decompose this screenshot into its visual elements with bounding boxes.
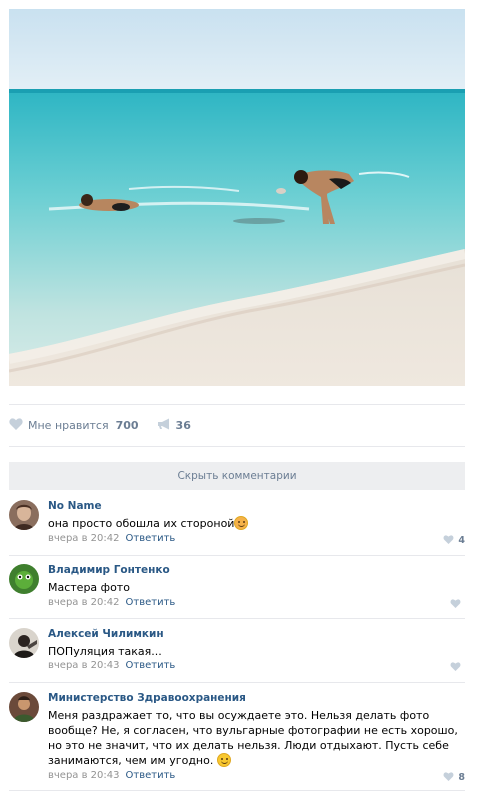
comment-time[interactable]: вчера в 20:43	[48, 770, 120, 781]
divider	[9, 555, 465, 556]
reply-link[interactable]: Ответить	[126, 770, 176, 781]
comment-time[interactable]: вчера в 20:42	[48, 597, 120, 608]
share-button[interactable]: 36	[157, 418, 191, 433]
comment-text: Меня раздражает то, что вы осуждаете это…	[48, 709, 458, 767]
comment-meta: вчера в 20:42 Ответить	[48, 533, 175, 544]
divider	[9, 790, 465, 791]
comment-like-button[interactable]: 8	[443, 771, 465, 784]
comment-text: ПОПуляция такая...	[48, 645, 162, 658]
comment-like-button[interactable]	[450, 661, 465, 674]
comment-author[interactable]: Алексей Чилимкин	[48, 628, 164, 640]
share-count: 36	[175, 418, 191, 432]
comment-meta: вчера в 20:42 Ответить	[48, 597, 175, 608]
like-button[interactable]: Мне нравится 700	[9, 417, 139, 433]
comment-meta: вчера в 20:43 Ответить	[48, 660, 175, 671]
like-count: 700	[115, 418, 139, 432]
heart-icon	[443, 771, 454, 784]
reply-link[interactable]: Ответить	[126, 533, 176, 544]
heart-icon	[9, 417, 23, 433]
comment-text: Мастера фото	[48, 581, 130, 594]
avatar[interactable]	[9, 692, 39, 722]
comment-like-button[interactable]: 4	[443, 534, 465, 547]
smile-emoji-icon	[234, 516, 249, 530]
comment-author[interactable]: No Name	[48, 500, 102, 512]
reply-link[interactable]: Ответить	[126, 660, 176, 671]
megaphone-icon	[157, 418, 171, 433]
heart-icon	[450, 661, 461, 674]
comment-like-count: 4	[458, 535, 465, 546]
comment-author[interactable]: Владимир Гонтенко	[48, 564, 170, 576]
divider	[9, 404, 465, 405]
divider	[9, 446, 465, 447]
reply-link[interactable]: Ответить	[126, 597, 176, 608]
heart-icon	[443, 534, 454, 547]
post-photo[interactable]	[9, 9, 465, 386]
comment-like-button[interactable]	[450, 598, 465, 611]
post-actions: Мне нравится 700 36	[9, 414, 191, 436]
comment-time[interactable]: вчера в 20:42	[48, 533, 120, 544]
avatar[interactable]	[9, 628, 39, 658]
avatar[interactable]	[9, 500, 39, 530]
heart-icon	[450, 598, 461, 611]
comment-time[interactable]: вчера в 20:43	[48, 660, 120, 671]
comment-item: Владимир Гонтенко Мастера фото вчера в 2…	[9, 564, 465, 614]
like-label: Мне нравится	[28, 418, 109, 432]
divider	[9, 682, 465, 683]
smile-emoji-icon	[216, 753, 231, 767]
comment-author[interactable]: Министерство Здравоохранения	[48, 692, 246, 704]
comment-item: Министерство Здравоохранения Меня раздра…	[9, 692, 465, 792]
hide-comments-button[interactable]: Скрыть комментарии	[9, 462, 465, 490]
divider	[9, 618, 465, 619]
comment-like-count: 8	[458, 772, 465, 783]
comment-item: No Name она просто обошла их стороной вч…	[9, 500, 465, 550]
avatar[interactable]	[9, 564, 39, 594]
beach-image	[9, 9, 465, 386]
comment-text: она просто обошла их стороной	[48, 516, 463, 531]
comment-meta: вчера в 20:43 Ответить	[48, 770, 175, 781]
comment-item: Алексей Чилимкин ПОПуляция такая... вчер…	[9, 628, 465, 678]
